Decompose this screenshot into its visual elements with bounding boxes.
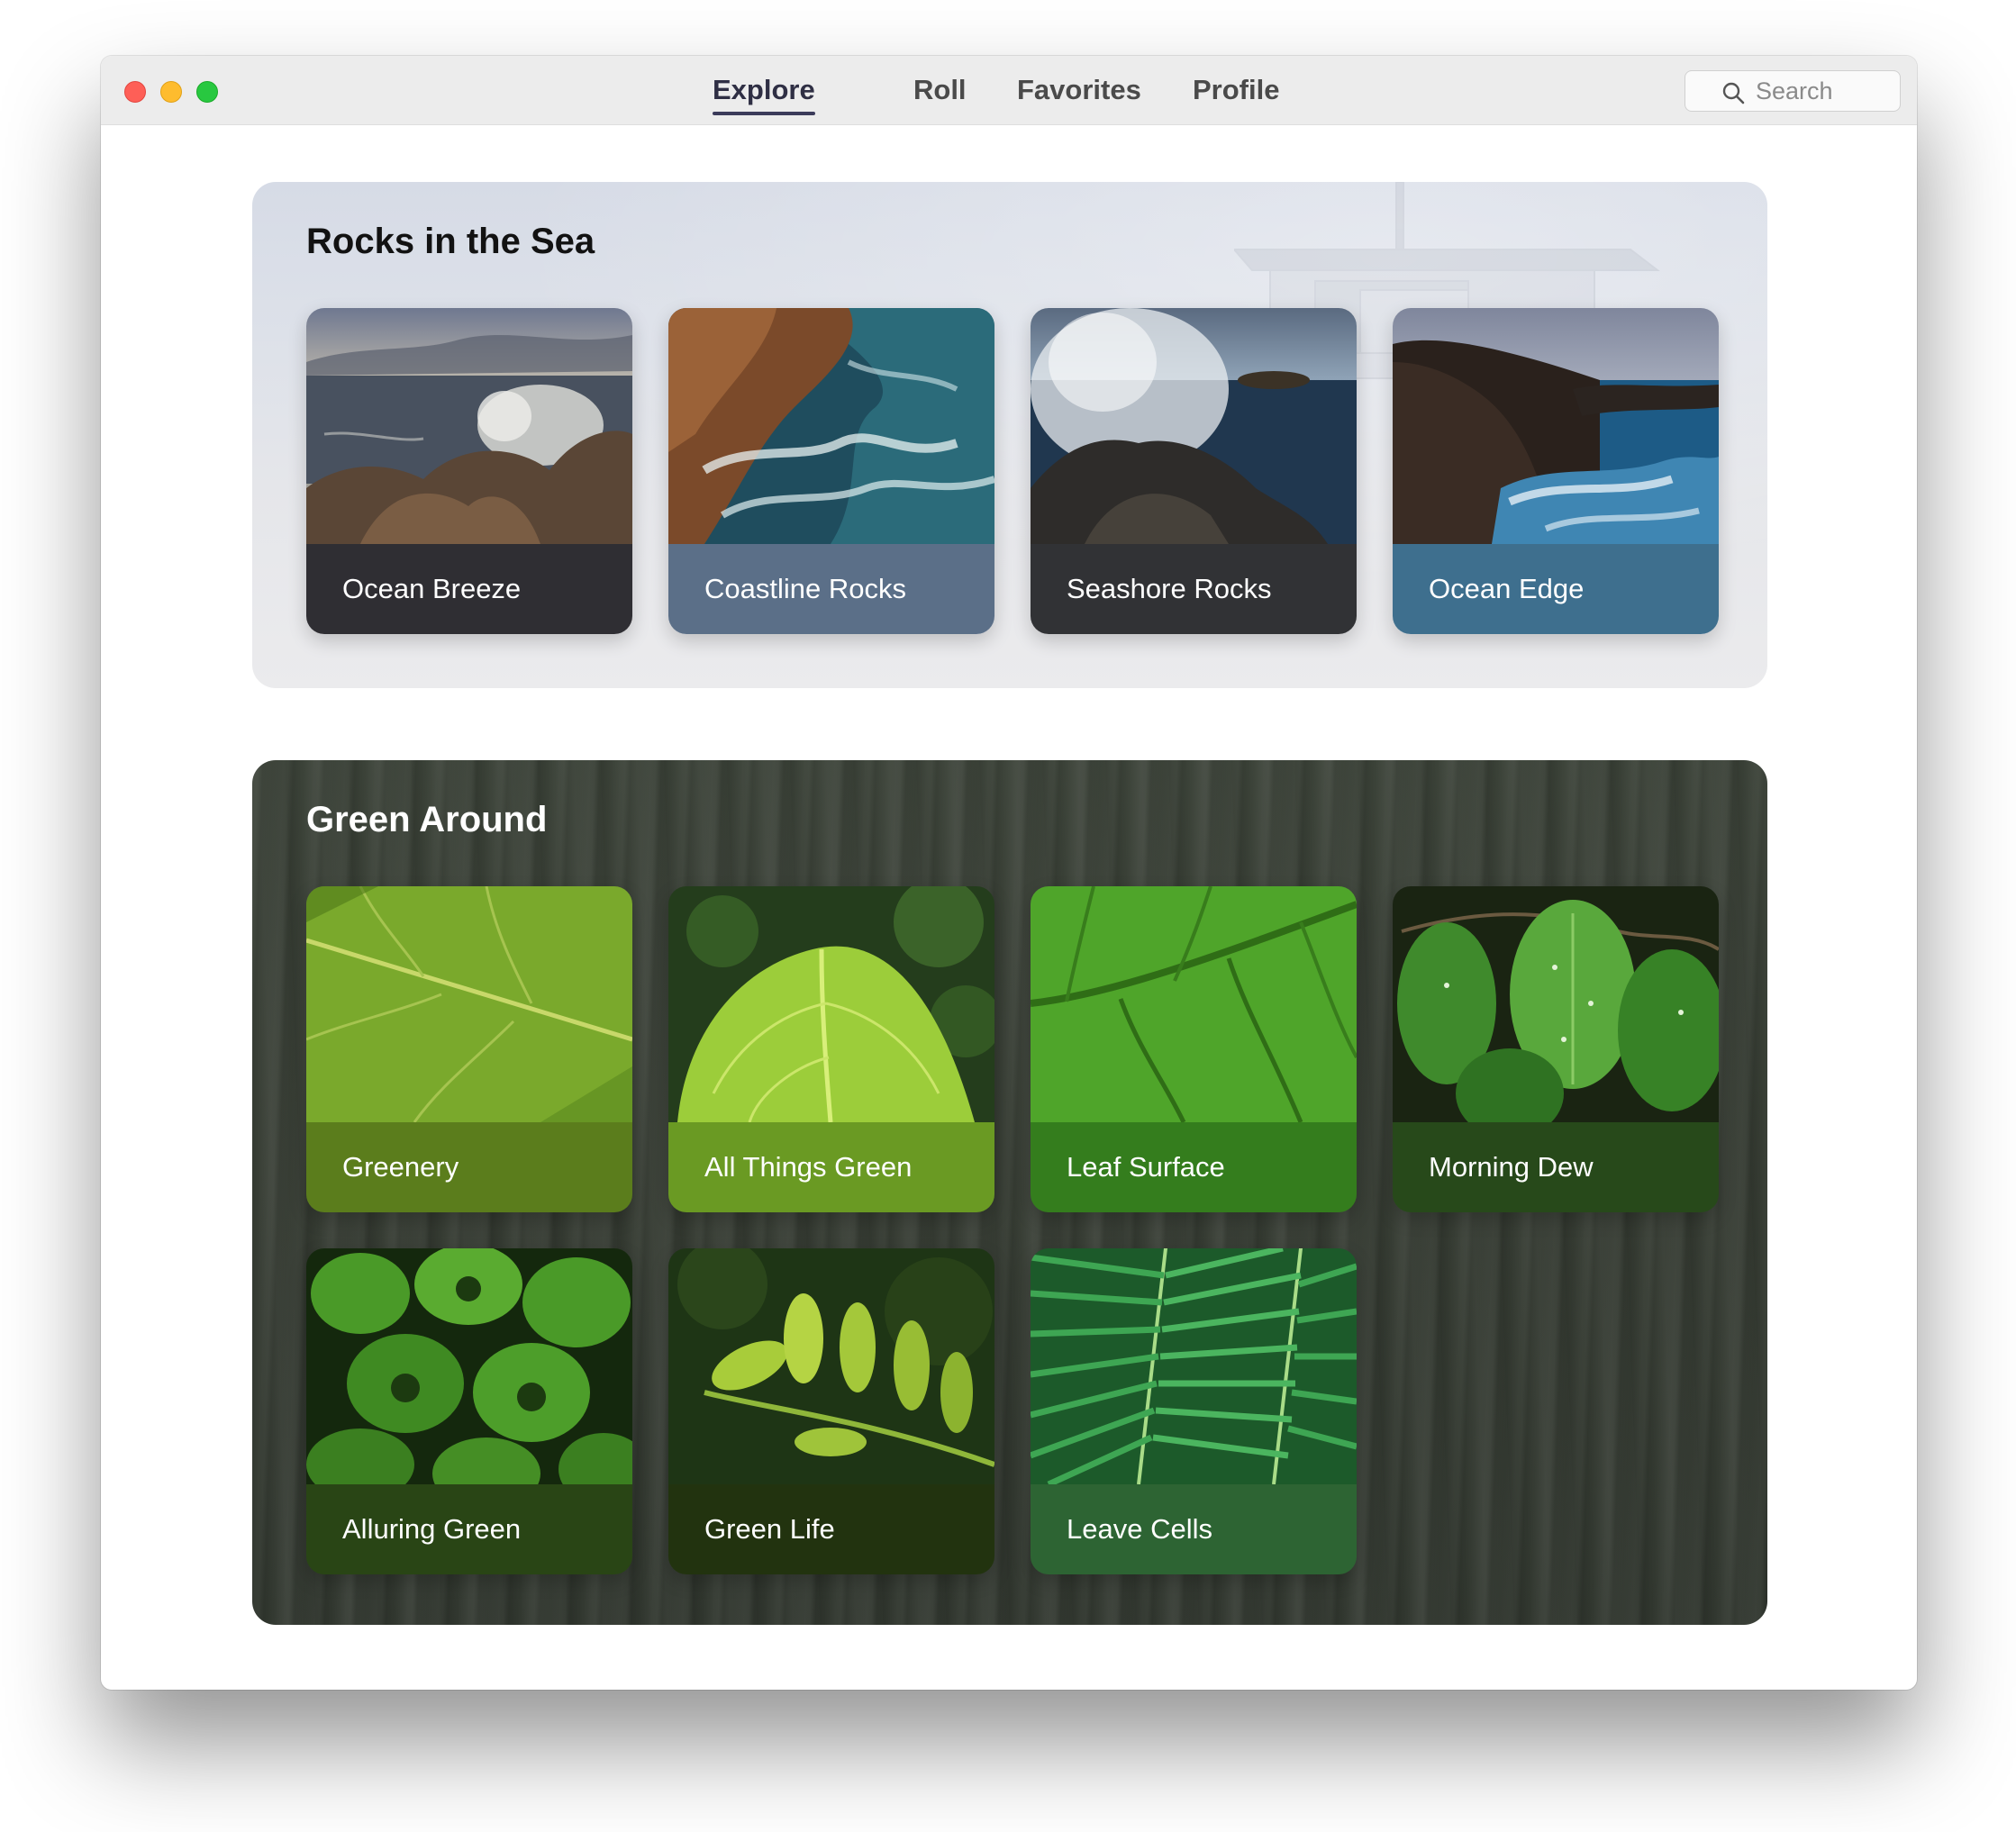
card-title: Ocean Edge — [1429, 573, 1585, 604]
card-title: Leaf Surface — [1067, 1151, 1225, 1183]
card-footer: Seashore Rocks — [1031, 544, 1357, 634]
card-footer: Alluring Green — [306, 1484, 632, 1574]
photo-card[interactable]: Leave Cells — [1031, 1248, 1357, 1574]
tab-explore[interactable]: Explore — [713, 68, 815, 115]
tab-roll[interactable]: Roll — [913, 68, 967, 112]
tab-label: Profile — [1193, 74, 1280, 105]
card-photo — [1393, 886, 1719, 1122]
card-title: Greenery — [342, 1151, 459, 1183]
card-photo — [1031, 308, 1357, 544]
tab-label: Explore — [713, 74, 815, 105]
card-title: Alluring Green — [342, 1513, 522, 1545]
section-title: Rocks in the Sea — [306, 222, 595, 261]
photo-card[interactable]: Ocean Edge — [1393, 308, 1719, 634]
card-footer: Coastline Rocks — [668, 544, 994, 634]
card-footer: Ocean Edge — [1393, 544, 1719, 634]
card-title: Morning Dew — [1429, 1151, 1594, 1183]
card-photo — [1393, 308, 1719, 544]
app-window: Explore Roll Favorites Profile Search Ro… — [101, 56, 1917, 1690]
section-rocks-in-the-sea: Rocks in the Sea Ocean Breeze Coastline … — [252, 182, 1767, 688]
title-bar: Explore Roll Favorites Profile Search — [101, 56, 1917, 125]
card-footer: All Things Green — [668, 1122, 994, 1212]
card-photo — [668, 1248, 994, 1484]
card-footer: Greenery — [306, 1122, 632, 1212]
top-nav: Explore Roll Favorites Profile — [101, 56, 1917, 124]
card-footer: Green Life — [668, 1484, 994, 1574]
photo-card[interactable]: All Things Green — [668, 886, 994, 1212]
card-photo — [668, 886, 994, 1122]
photo-card[interactable]: Leaf Surface — [1031, 886, 1357, 1212]
card-title: Coastline Rocks — [704, 573, 906, 604]
section-title: Green Around — [306, 800, 548, 839]
card-photo — [306, 308, 632, 544]
tab-favorites[interactable]: Favorites — [1017, 68, 1141, 112]
card-photo — [306, 886, 632, 1122]
card-footer: Ocean Breeze — [306, 544, 632, 634]
photo-card[interactable]: Greenery — [306, 886, 632, 1212]
search-field[interactable]: Search — [1685, 70, 1901, 112]
tab-label: Favorites — [1017, 74, 1141, 105]
search-placeholder: Search — [1756, 77, 1833, 104]
photo-card[interactable]: Green Life — [668, 1248, 994, 1574]
tab-label: Roll — [913, 74, 967, 105]
card-photo — [1031, 886, 1357, 1122]
card-footer: Morning Dew — [1393, 1122, 1719, 1212]
card-title: Green Life — [704, 1513, 835, 1545]
card-photo — [1031, 1248, 1357, 1484]
photo-card[interactable]: Ocean Breeze — [306, 308, 632, 634]
section-green-around: Green Around Greenery All Things Green L… — [252, 760, 1767, 1625]
active-tab-indicator — [713, 112, 815, 115]
card-footer: Leaf Surface — [1031, 1122, 1357, 1212]
photo-card[interactable]: Seashore Rocks — [1031, 308, 1357, 634]
card-title: Seashore Rocks — [1067, 573, 1272, 604]
tab-profile[interactable]: Profile — [1193, 68, 1279, 112]
card-footer: Leave Cells — [1031, 1484, 1357, 1574]
card-photo — [306, 1248, 632, 1484]
card-photo — [668, 308, 994, 544]
photo-card[interactable]: Alluring Green — [306, 1248, 632, 1574]
photo-card[interactable]: Morning Dew — [1393, 886, 1719, 1212]
card-title: Ocean Breeze — [342, 573, 522, 604]
search-icon — [1722, 82, 1745, 104]
card-title: Leave Cells — [1067, 1513, 1212, 1545]
card-title: All Things Green — [704, 1151, 913, 1183]
photo-card[interactable]: Coastline Rocks — [668, 308, 994, 634]
